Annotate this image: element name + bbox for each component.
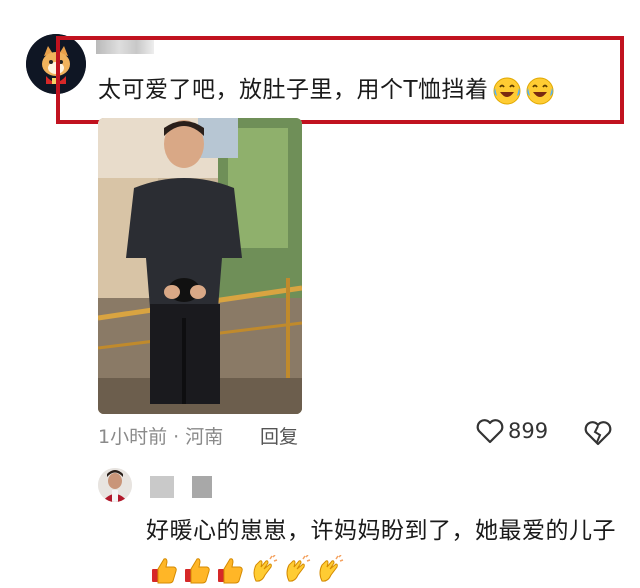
photo-image [98,118,302,414]
thumbs-up-emoji [152,557,177,583]
heart-outline-icon [476,419,504,444]
user-photo-avatar [98,468,132,502]
thumbs-up-emoji [218,557,243,583]
clapping-hands-emoji [286,553,311,582]
clapping-hands-emoji [319,553,344,582]
reply-button[interactable]: 回复 [260,422,298,449]
like-count: 899 [508,419,549,443]
reply-name-blurred [192,476,212,498]
reply-text-content: 好暖心的崽崽，许妈妈盼到了，她最爱的儿子 [146,518,616,544]
laughing-tears-emoji [526,77,554,104]
reply-avatar[interactable] [98,468,132,502]
dislike-button[interactable] [584,420,612,450]
laughing-tears-emoji [493,77,521,104]
like-button[interactable]: 899 [476,418,548,444]
thumbs-up-emoji [185,557,210,583]
clapping-hands-emoji [253,553,278,582]
timestamp-location: 1小时前 · 河南 [98,426,224,448]
comment-photo[interactable] [98,118,302,414]
comment-text: 太可爱了吧，放肚子里，用个T恤挡着 [98,70,555,110]
reply-emojis [146,553,344,583]
comment-text-content: 太可爱了吧，放肚子里，用个T恤挡着 [98,77,489,103]
reply-name-blurred [150,476,174,498]
broken-heart-icon [584,421,612,446]
reply-comment-text: 好暖心的崽崽，许妈妈盼到了，她最爱的儿子 [146,512,622,588]
